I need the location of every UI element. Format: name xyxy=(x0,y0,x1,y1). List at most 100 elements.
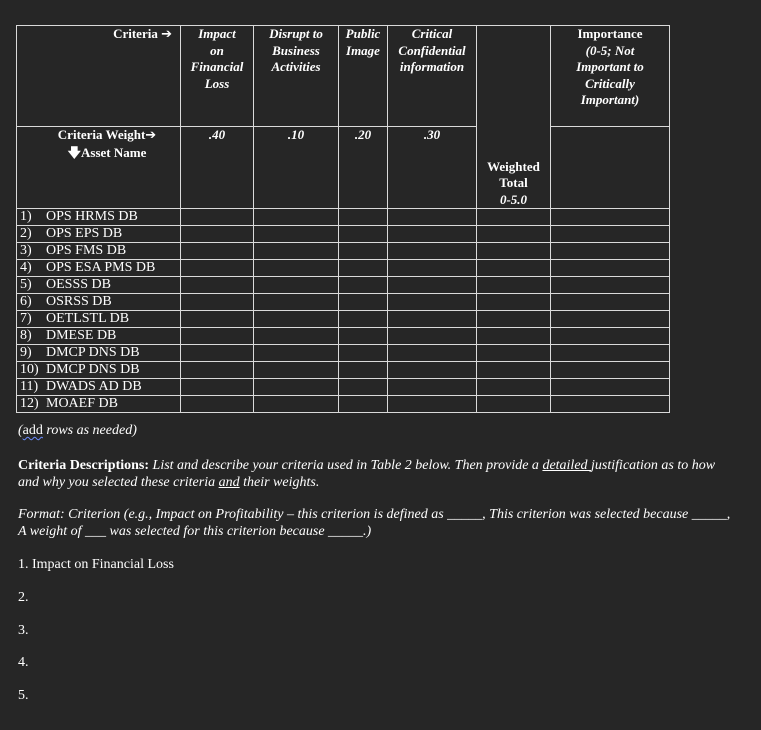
public-image-cell[interactable] xyxy=(338,242,388,260)
business-disruption-cell[interactable] xyxy=(253,378,339,396)
business-disruption-cell[interactable] xyxy=(253,361,339,379)
business-disruption-cell[interactable] xyxy=(253,276,339,294)
importance-cell[interactable] xyxy=(550,242,670,260)
importance-cell[interactable] xyxy=(550,276,670,294)
importance-cell[interactable] xyxy=(550,344,670,362)
confidential-info-cell[interactable] xyxy=(387,208,477,226)
asset-name: OSRSS DB xyxy=(46,294,112,309)
asset-name-cell: 12) MOAEF DB xyxy=(16,395,181,413)
public-image-cell[interactable] xyxy=(338,310,388,328)
importance-cell[interactable] xyxy=(550,225,670,243)
confidential-info-cell[interactable] xyxy=(387,344,477,362)
business-disruption-cell[interactable] xyxy=(253,225,339,243)
financial-loss-cell[interactable] xyxy=(180,378,254,396)
weighted-total-cell[interactable] xyxy=(476,293,551,311)
business-disruption-cell[interactable] xyxy=(253,395,339,413)
weighted-total-cell[interactable] xyxy=(476,378,551,396)
public-image-cell[interactable] xyxy=(338,225,388,243)
public-image-cell[interactable] xyxy=(338,395,388,413)
confidential-info-cell[interactable] xyxy=(387,327,477,345)
importance-cell[interactable] xyxy=(550,310,670,328)
weighted-total-cell[interactable] xyxy=(476,276,551,294)
public-image-cell[interactable] xyxy=(338,276,388,294)
asset-name-label: Asset Name xyxy=(81,144,147,160)
asset-name-cell: 3) OPS FMS DB xyxy=(16,242,181,260)
importance-cell[interactable] xyxy=(550,293,670,311)
importance-cell[interactable] xyxy=(550,378,670,396)
importance-cell[interactable] xyxy=(550,208,670,226)
confidential-info-cell[interactable] xyxy=(387,242,477,260)
confidential-info-cell[interactable] xyxy=(387,276,477,294)
financial-loss-cell[interactable] xyxy=(180,259,254,277)
criteria-label: Criteria xyxy=(113,26,158,41)
criteria-table: Criteria ➔ Impact on Financial Loss Disr… xyxy=(16,25,670,413)
importance-cell[interactable] xyxy=(550,395,670,413)
public-image-cell[interactable] xyxy=(338,378,388,396)
confidential-info-cell[interactable] xyxy=(387,225,477,243)
business-disruption-cell[interactable] xyxy=(253,242,339,260)
weighted-total-cell[interactable] xyxy=(476,225,551,243)
financial-loss-cell[interactable] xyxy=(180,395,254,413)
public-image-cell[interactable] xyxy=(338,259,388,277)
column-header-business-disruption: Disrupt to Business Activities xyxy=(253,25,339,127)
asset-name: MOAEF DB xyxy=(46,396,118,411)
confidential-info-cell[interactable] xyxy=(387,395,477,413)
public-image-cell[interactable] xyxy=(338,344,388,362)
importance-cell[interactable] xyxy=(550,361,670,379)
business-disruption-cell[interactable] xyxy=(253,344,339,362)
financial-loss-cell[interactable] xyxy=(180,327,254,345)
financial-loss-cell[interactable] xyxy=(180,310,254,328)
weighted-total-cell[interactable] xyxy=(476,310,551,328)
arrow-down-icon: 🡇 xyxy=(67,145,82,161)
public-image-cell[interactable] xyxy=(338,361,388,379)
weighted-total-cell[interactable] xyxy=(476,361,551,379)
business-disruption-cell[interactable] xyxy=(253,259,339,277)
confidential-info-cell[interactable] xyxy=(387,310,477,328)
table-row: 8) DMESE DB xyxy=(16,327,670,345)
financial-loss-cell[interactable] xyxy=(180,344,254,362)
list-item-2: 2. xyxy=(18,590,29,605)
row-number: 7) xyxy=(20,311,32,326)
weighted-total-header: Weighted Total 0-5.0 xyxy=(476,25,551,209)
business-disruption-cell[interactable] xyxy=(253,327,339,345)
financial-loss-cell[interactable] xyxy=(180,361,254,379)
weighted-total-cell[interactable] xyxy=(476,395,551,413)
financial-loss-cell[interactable] xyxy=(180,293,254,311)
confidential-info-cell[interactable] xyxy=(387,293,477,311)
asset-name: DMCP DNS DB xyxy=(46,362,140,377)
asset-name: OPS ESA PMS DB xyxy=(46,260,156,275)
financial-loss-cell[interactable] xyxy=(180,208,254,226)
weighted-total-cell[interactable] xyxy=(476,242,551,260)
confidential-info-cell[interactable] xyxy=(387,378,477,396)
row-number: 1) xyxy=(20,209,32,224)
importance-cell[interactable] xyxy=(550,259,670,277)
asset-name: OPS HRMS DB xyxy=(46,209,138,224)
public-image-cell[interactable] xyxy=(338,208,388,226)
confidential-info-cell[interactable] xyxy=(387,259,477,277)
weighted-total-cell[interactable] xyxy=(476,327,551,345)
asset-name-cell: 6) OSRSS DB xyxy=(16,293,181,311)
arrow-right-icon: ➔ xyxy=(161,27,172,42)
table-row: 6) OSRSS DB xyxy=(16,293,670,311)
financial-loss-cell[interactable] xyxy=(180,276,254,294)
confidential-info-cell[interactable] xyxy=(387,361,477,379)
public-image-cell[interactable] xyxy=(338,293,388,311)
row-number: 6) xyxy=(20,294,32,309)
business-disruption-cell[interactable] xyxy=(253,293,339,311)
row-number: 11) xyxy=(20,379,39,394)
business-disruption-cell[interactable] xyxy=(253,310,339,328)
weighted-total-cell[interactable] xyxy=(476,344,551,362)
public-image-cell[interactable] xyxy=(338,327,388,345)
column-header-financial-loss: Impact on Financial Loss xyxy=(180,25,254,127)
financial-loss-cell[interactable] xyxy=(180,242,254,260)
weighted-total-cell[interactable] xyxy=(476,259,551,277)
row-number: 9) xyxy=(20,345,32,360)
weighted-total-cell[interactable] xyxy=(476,208,551,226)
asset-name: OPS FMS DB xyxy=(46,243,127,258)
financial-loss-cell[interactable] xyxy=(180,225,254,243)
business-disruption-cell[interactable] xyxy=(253,208,339,226)
asset-name-cell: 9) DMCP DNS DB xyxy=(16,344,181,362)
importance-cell[interactable] xyxy=(550,327,670,345)
asset-name-cell: 7) OETLSTL DB xyxy=(16,310,181,328)
criteria-weight-cell: Criteria Weight➔ 🡇Asset Name xyxy=(16,126,181,209)
